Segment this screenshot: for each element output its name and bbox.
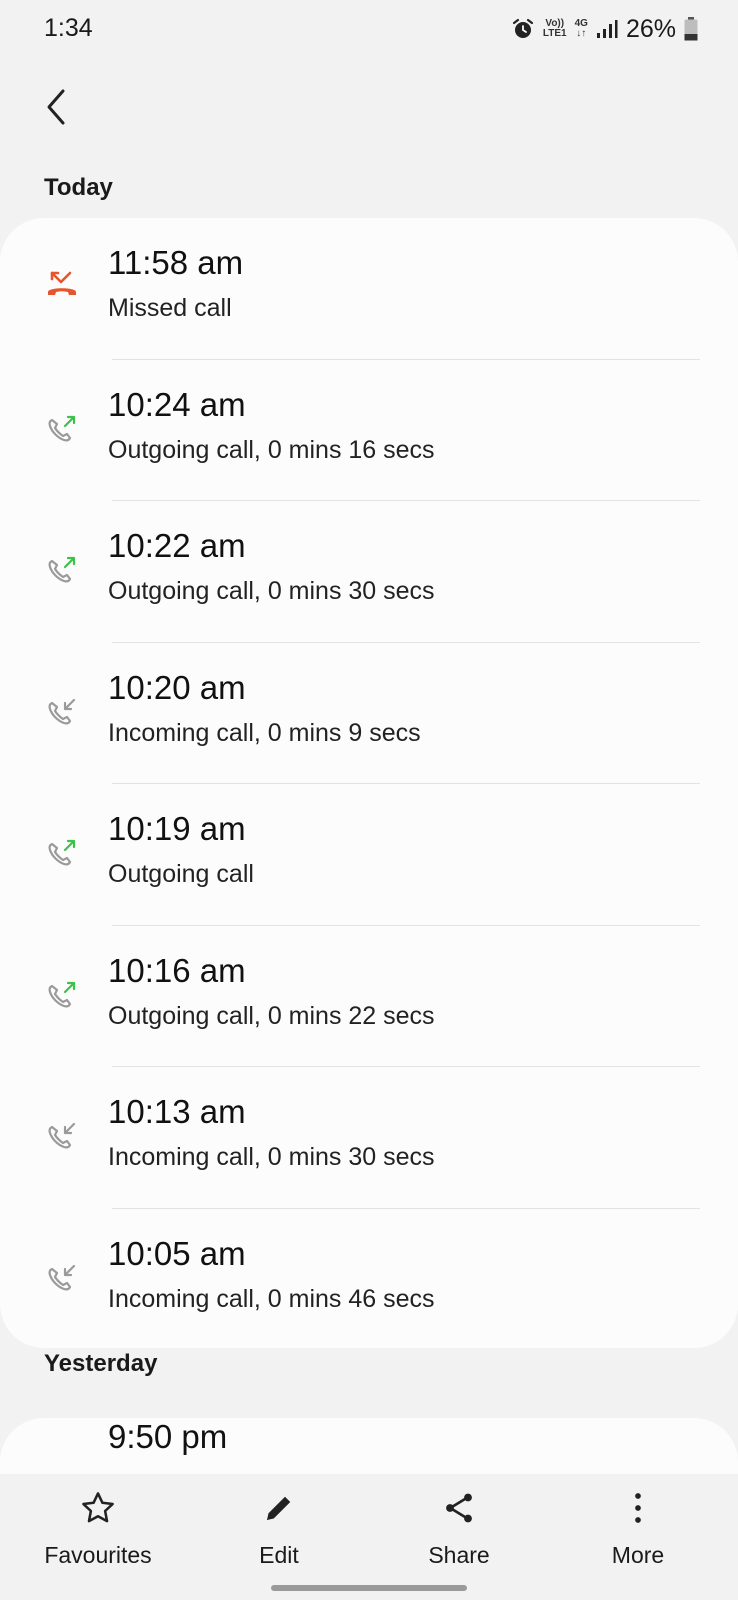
call-log-entry[interactable]: 10:16 am Outgoing call, 0 mins 22 secs bbox=[0, 926, 738, 1067]
incoming-call-icon bbox=[48, 698, 76, 724]
more-button[interactable]: More bbox=[548, 1488, 728, 1569]
home-indicator bbox=[271, 1585, 467, 1591]
call-description: Incoming call, 0 mins 30 secs bbox=[108, 1143, 435, 1171]
pencil-icon bbox=[259, 1488, 299, 1528]
call-log-entry[interactable]: 10:05 am Incoming call, 0 mins 46 secs bbox=[0, 1209, 738, 1349]
call-description: Incoming call, 0 mins 9 secs bbox=[108, 718, 421, 747]
share-label: Share bbox=[428, 1542, 490, 1568]
battery-percent: 26% bbox=[625, 14, 676, 43]
back-arrow-icon bbox=[47, 89, 65, 125]
favourites-label: Favourites bbox=[44, 1542, 152, 1568]
more-vertical-icon bbox=[618, 1488, 658, 1528]
outgoing-call-icon bbox=[48, 981, 76, 1007]
section-header-yesterday: Yesterday bbox=[44, 1350, 158, 1377]
call-time: 10:05 am bbox=[108, 1234, 246, 1272]
favourites-button[interactable]: Favourites bbox=[8, 1488, 188, 1569]
status-bar: 1:34 Vo)) LTE1 4G ↓↑ 26% bbox=[0, 0, 738, 58]
battery-icon bbox=[684, 17, 698, 41]
signal-icon bbox=[596, 20, 618, 38]
call-log-entry[interactable]: 10:24 am Outgoing call, 0 mins 16 secs bbox=[0, 360, 738, 501]
call-time: 10:20 am bbox=[108, 668, 246, 706]
call-description: Outgoing call bbox=[108, 860, 254, 888]
call-description: Missed call bbox=[108, 294, 232, 322]
outgoing-call-icon bbox=[48, 556, 76, 583]
missed-call-icon bbox=[48, 271, 76, 295]
incoming-call-icon bbox=[48, 1122, 76, 1149]
call-time: 10:13 am bbox=[108, 1093, 246, 1130]
call-time: 10:22 am bbox=[108, 527, 246, 564]
share-button[interactable]: Share bbox=[369, 1488, 549, 1569]
call-time: 11:58 am bbox=[108, 244, 244, 281]
call-log-entry[interactable]: 10:22 am Outgoing call, 0 mins 30 secs bbox=[0, 501, 738, 643]
status-icons: Vo)) LTE1 4G ↓↑ 26% bbox=[511, 14, 698, 44]
outgoing-call-icon bbox=[48, 415, 76, 441]
call-description: Incoming call, 0 mins 46 secs bbox=[108, 1284, 435, 1313]
call-description: Outgoing call, 0 mins 16 secs bbox=[108, 435, 435, 464]
edit-button[interactable]: Edit bbox=[189, 1488, 369, 1569]
yesterday-call-list: 9:50 pm bbox=[0, 1418, 738, 1478]
star-icon bbox=[78, 1488, 118, 1528]
call-log-entry[interactable]: 11:58 am Missed call bbox=[0, 218, 738, 360]
status-time: 1:34 bbox=[44, 14, 93, 42]
call-log-screen: 1:34 Vo)) LTE1 4G ↓↑ 26% Today 11:58 am … bbox=[0, 0, 738, 1600]
outgoing-call-icon bbox=[48, 839, 76, 866]
network-indicator: 4G ↓↑ bbox=[575, 19, 588, 39]
call-log-entry[interactable]: 10:13 am Incoming call, 0 mins 30 secs bbox=[0, 1067, 738, 1209]
call-log-entry[interactable]: 10:19 am Outgoing call bbox=[0, 784, 738, 926]
bottom-toolbar: Favourites Edit Share More bbox=[0, 1474, 738, 1600]
share-icon bbox=[439, 1488, 479, 1528]
volte-bottom: LTE1 bbox=[542, 28, 567, 39]
alarm-icon bbox=[512, 18, 533, 38]
back-button[interactable] bbox=[36, 82, 76, 132]
more-label: More bbox=[611, 1542, 665, 1568]
call-log-entry[interactable]: 9:50 pm bbox=[0, 1418, 738, 1478]
call-log-entry[interactable]: 10:20 am Incoming call, 0 mins 9 secs bbox=[0, 643, 738, 784]
call-time: 10:24 am bbox=[108, 385, 246, 423]
today-call-list: 11:58 am Missed call 10:24 am Outgoing call… bbox=[0, 218, 738, 1348]
call-description: Outgoing call, 0 mins 22 secs bbox=[108, 1001, 435, 1030]
edit-label: Edit bbox=[259, 1542, 299, 1568]
call-description: Outgoing call, 0 mins 30 secs bbox=[108, 577, 435, 605]
volte-indicator: Vo)) LTE1 bbox=[543, 19, 567, 39]
call-time: 10:19 am bbox=[108, 810, 246, 847]
incoming-call-icon bbox=[48, 1264, 76, 1290]
section-header-today: Today bbox=[44, 174, 113, 201]
network-activity: ↓↑ bbox=[576, 28, 587, 39]
call-time: 10:16 am bbox=[108, 951, 246, 989]
call-time: 9:50 pm bbox=[108, 1418, 228, 1455]
